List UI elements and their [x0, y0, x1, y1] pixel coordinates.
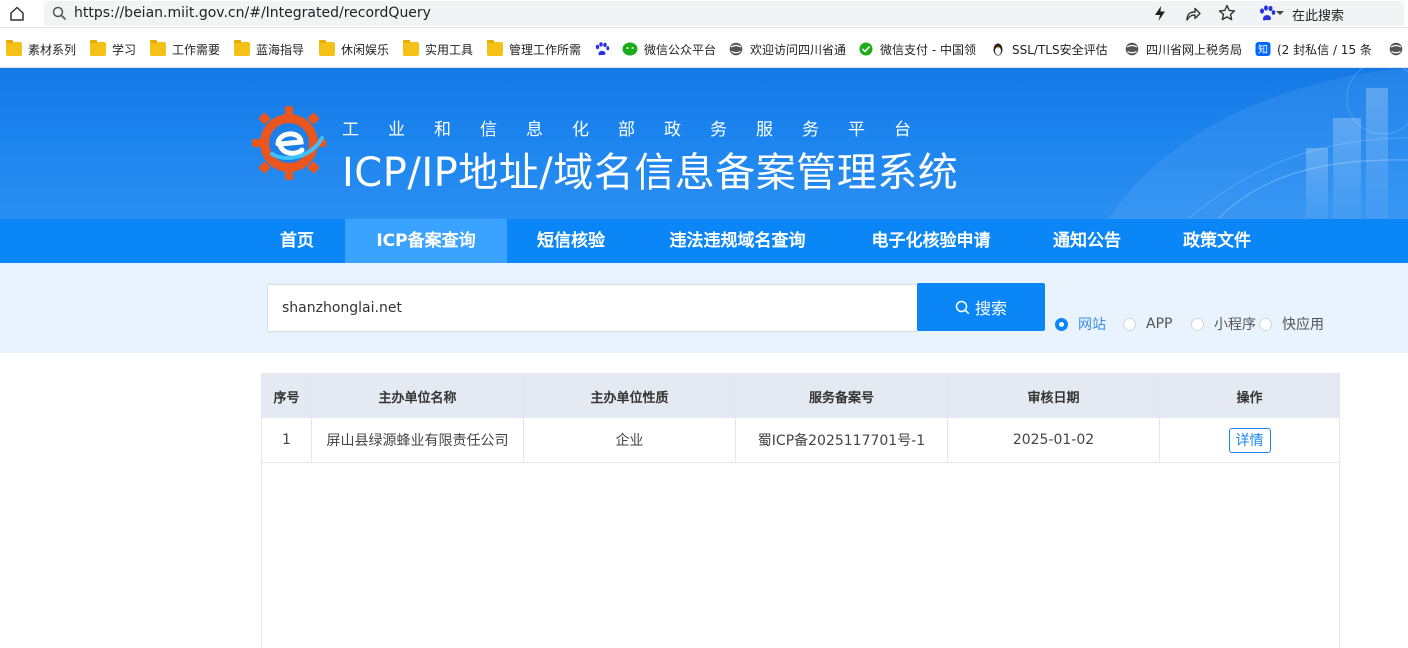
- site-header-banner: 工业和信息化部政务服务平台 ICP/IP地址/域名信息备案管理系统: [0, 68, 1408, 219]
- bookmarks-bar: 素材系列 学习 工作需要 蓝海指导 休闲娱乐 实用工具 管理工作所需 微信公众平…: [0, 28, 1408, 68]
- bookmark-item[interactable]: 学习: [90, 40, 142, 58]
- folder-icon: [487, 40, 503, 56]
- bookmark-item[interactable]: 实用工具: [403, 40, 481, 58]
- folder-icon: [6, 40, 22, 56]
- radio-label: 快应用: [1282, 317, 1324, 333]
- table-row: 1 屏山县绿源蜂业有限责任公司 企业 蜀ICP备2025117701号-1 20…: [262, 418, 1339, 463]
- bookmark-item[interactable]: 知 (2 封私信 / 15 条: [1255, 40, 1377, 58]
- baidu-paw-icon: [595, 42, 610, 56]
- header-subtitle: 工业和信息化部政务服务平台: [342, 120, 940, 140]
- radio-label: 网站: [1078, 317, 1106, 333]
- radio-dot: [1191, 317, 1204, 331]
- folder-icon: [234, 40, 250, 56]
- bookmark-item[interactable]: 微信支付 - 中国领: [858, 40, 978, 58]
- nav-item-policy-docs[interactable]: 政策文件: [1152, 219, 1282, 263]
- nav-item-home[interactable]: 首页: [247, 219, 347, 263]
- radio-label: 小程序: [1214, 317, 1256, 333]
- svg-text:知: 知: [1258, 43, 1268, 56]
- bookmark-item[interactable]: 工作需要: [150, 40, 228, 58]
- share-icon[interactable]: [1184, 5, 1202, 22]
- ministry-logo-icon: [252, 106, 326, 180]
- nav-item-icp-query[interactable]: ICP备案查询: [345, 219, 507, 263]
- main-navigation: 首页 ICP备案查询 短信核验 违法违规域名查询 电子化核验申请 通知公告 政策…: [0, 219, 1408, 263]
- folder-icon: [403, 40, 419, 56]
- globe-icon: [729, 42, 743, 56]
- bookmark-item[interactable]: [594, 40, 612, 58]
- nav-item-e-verify-apply[interactable]: 电子化核验申请: [840, 219, 1022, 263]
- results-table: 序号 主办单位名称 主办单位性质 服务备案号 审核日期 操作 1 屏山县绿源蜂业…: [261, 373, 1340, 648]
- header-index: 序号: [262, 374, 312, 418]
- nav-item-notices[interactable]: 通知公告: [1022, 219, 1152, 263]
- search-panel: 搜索 网站 APP 小程序 快应用: [0, 263, 1408, 353]
- url-field[interactable]: https://beian.miit.gov.cn/#/Integrated/r…: [44, 1, 1404, 26]
- bookmark-item[interactable]: 素材系列: [6, 40, 86, 58]
- lightning-icon[interactable]: [1152, 5, 1168, 22]
- header-date: 审核日期: [948, 374, 1160, 418]
- globe-icon: [1125, 42, 1139, 56]
- skyline-decoration: [1108, 68, 1408, 219]
- bookmark-item[interactable]: 管理工作所需: [487, 40, 587, 58]
- radio-dot: [1259, 317, 1272, 331]
- folder-icon: [319, 40, 335, 56]
- search-engine-label[interactable]: 在此搜索: [1292, 5, 1344, 24]
- cell-org-type: 企业: [524, 418, 736, 462]
- header-org-type: 主办单位性质: [524, 374, 736, 418]
- wechat-pay-icon: [859, 42, 873, 56]
- bookmark-item[interactable]: 四川省网上税务局: [1124, 40, 1244, 58]
- search-button[interactable]: 搜索: [917, 283, 1045, 331]
- radio-quick-app[interactable]: 快应用: [1259, 316, 1324, 333]
- radio-dot: [1055, 317, 1068, 331]
- bookmark-item[interactable]: SSL/TLS安全评估: [990, 40, 1112, 58]
- cell-org-name: 屏山县绿源蜂业有限责任公司: [312, 418, 524, 462]
- bookmark-item[interactable]: 欢迎访问四川省通: [728, 40, 846, 58]
- nav-item-illegal-domain-query[interactable]: 违法违规域名查询: [635, 219, 840, 263]
- header-action: 操作: [1236, 390, 1263, 406]
- search-icon: [955, 300, 970, 314]
- header-org-name: 主办单位名称: [312, 374, 524, 418]
- bookmark-item[interactable]: 蓝海指导: [234, 40, 312, 58]
- bookmark-item[interactable]: 休闲娱乐: [319, 40, 397, 58]
- home-icon[interactable]: [9, 6, 25, 21]
- search-button-label: 搜索: [974, 299, 1007, 318]
- radio-app[interactable]: APP: [1123, 316, 1172, 332]
- search-input[interactable]: [267, 284, 918, 332]
- folder-icon: [150, 40, 166, 56]
- globe-icon: [1389, 42, 1403, 56]
- search-engine-dropdown-icon[interactable]: [1276, 11, 1284, 15]
- bookmark-item[interactable]: [1388, 40, 1406, 58]
- url-text: https://beian.miit.gov.cn/#/Integrated/r…: [74, 5, 431, 21]
- cell-action: 详情: [1160, 418, 1339, 462]
- bookmark-item[interactable]: 微信公众平台: [622, 40, 720, 58]
- radio-mini-program[interactable]: 小程序: [1191, 316, 1256, 333]
- radio-label: APP: [1146, 316, 1173, 332]
- table-header: 序号 主办单位名称 主办单位性质 服务备案号 审核日期 操作: [262, 374, 1339, 418]
- folder-icon: [90, 40, 106, 56]
- header-title: ICP/IP地址/域名信息备案管理系统: [342, 150, 959, 196]
- cell-index: 1: [262, 418, 312, 462]
- zhihu-icon: 知: [1255, 42, 1271, 56]
- penguin-icon: [993, 43, 1003, 56]
- baidu-paw-icon[interactable]: [1258, 5, 1276, 22]
- nav-item-sms-verify[interactable]: 短信核验: [507, 219, 635, 263]
- search-icon: [52, 6, 67, 21]
- bookmark-star-icon[interactable]: [1218, 4, 1236, 22]
- detail-button[interactable]: 详情: [1228, 427, 1271, 453]
- radio-dot: [1123, 317, 1136, 331]
- browser-address-bar: https://beian.miit.gov.cn/#/Integrated/r…: [0, 0, 1408, 28]
- wechat-icon: [622, 42, 638, 56]
- cell-date: 2025-01-02: [948, 418, 1160, 462]
- radio-website[interactable]: 网站: [1055, 316, 1106, 333]
- cell-record-no: 蜀ICP备2025117701号-1: [736, 418, 948, 462]
- header-record-no: 服务备案号: [736, 374, 948, 418]
